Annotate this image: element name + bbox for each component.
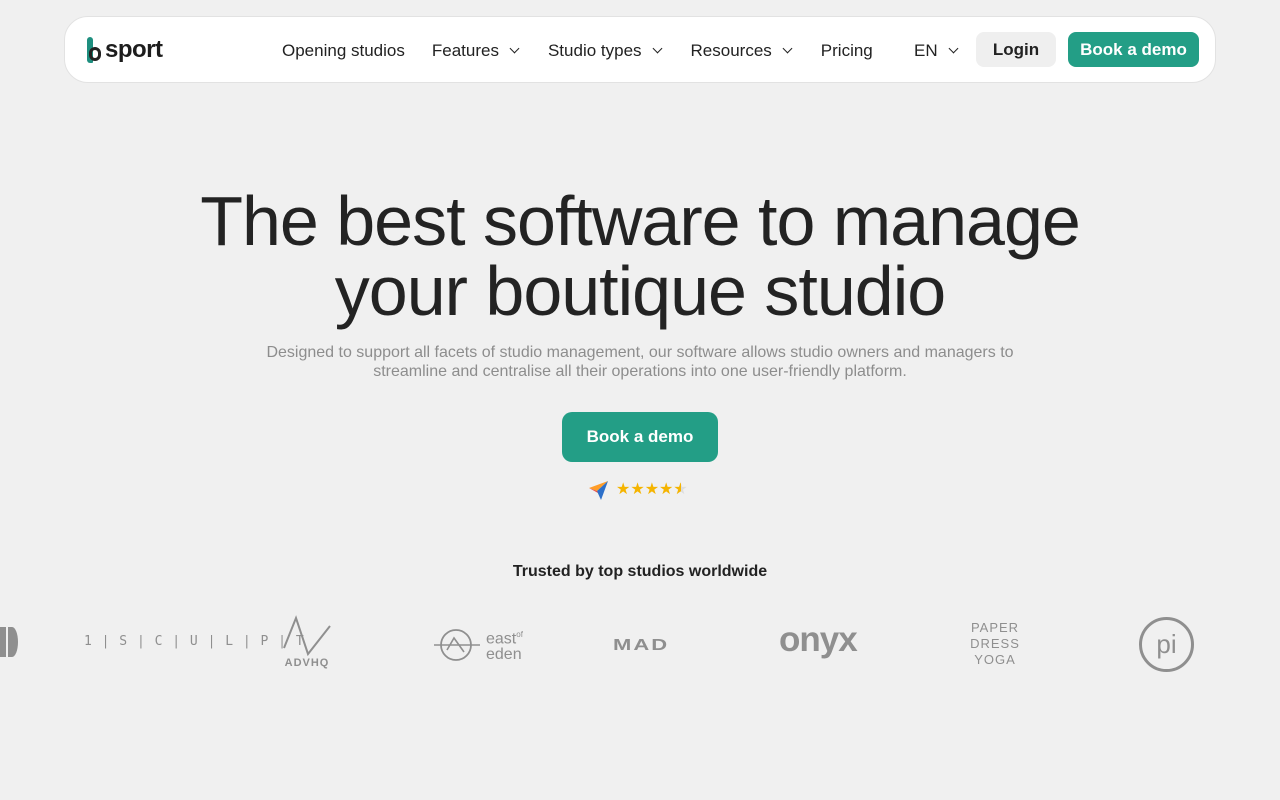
customer-logo-advhq: ADVHQ	[282, 614, 332, 669]
east-of-eden-circle-icon	[434, 629, 480, 661]
eden-label: eden	[486, 646, 522, 664]
login-button[interactable]: Login	[976, 32, 1056, 67]
nav-item-label: Studio types	[547, 40, 642, 60]
hero-subtitle: Designed to support all facets of studio…	[240, 343, 1040, 381]
customer-logo-paper-dress-yoga: PAPER DRESS YOGA	[965, 620, 1025, 668]
nav-links: Opening studios Features Studio types Re…	[282, 17, 873, 84]
capterra-arrow-icon	[589, 481, 608, 500]
language-selector[interactable]: EN	[914, 17, 959, 84]
advhq-label: ADVHQ	[284, 657, 330, 669]
star-rating-icon: ★★★★★ ★	[616, 481, 688, 498]
book-demo-hero-button[interactable]: Book a demo	[562, 412, 718, 462]
nav-item-label: Resources	[690, 40, 772, 60]
brand-logo[interactable]: sport	[87, 37, 163, 63]
book-demo-nav-button[interactable]: Book a demo	[1068, 32, 1199, 67]
customer-logos: 1 | S | C | U | L | P | T ADVHQ eastof e…	[0, 610, 1280, 680]
paper-label: PAPER	[970, 620, 1020, 635]
east-label: east	[486, 630, 517, 648]
hero-subtitle-line1: Designed to support all facets of studio…	[266, 344, 1014, 361]
dress-label: DRESS	[970, 636, 1020, 651]
page: sport Opening studios Features Studio ty…	[0, 0, 1280, 800]
customer-logo-partial	[0, 627, 18, 657]
review-rating[interactable]: ★★★★★ ★	[588, 479, 688, 501]
nav-item-resources[interactable]: Resources	[690, 40, 793, 61]
hero-title-line1: The best software to manage	[200, 182, 1081, 260]
customer-logo-pi: pi	[1139, 617, 1194, 672]
customer-logo-mad: MAD	[613, 635, 670, 654]
customer-logo-east-of-eden: eastof eden	[434, 627, 523, 663]
chevron-down-icon	[782, 43, 793, 54]
language-label: EN	[914, 40, 938, 60]
top-nav: sport Opening studios Features Studio ty…	[64, 16, 1216, 83]
chevron-down-icon	[509, 43, 520, 54]
nav-item-pricing[interactable]: Pricing	[821, 41, 873, 61]
nav-item-features[interactable]: Features	[431, 40, 520, 61]
yoga-label: YOGA	[974, 652, 1016, 667]
customer-logo-1sculpt: 1 | S | C | U | L | P | T	[84, 634, 305, 649]
chevron-down-icon	[948, 43, 959, 54]
hero-title-line2: your boutique studio	[334, 252, 946, 330]
nav-item-label: Features	[431, 40, 499, 60]
pi-label: pi	[1156, 629, 1177, 659]
nav-item-studio-types[interactable]: Studio types	[547, 40, 662, 61]
nav-item-label: Pricing	[820, 40, 873, 60]
brand-name: sport	[105, 36, 163, 63]
nav-item-opening-studios[interactable]: Opening studios	[282, 41, 405, 61]
hero-title: The best software to manage your boutiqu…	[140, 186, 1140, 326]
customer-logo-onyx: onyx	[779, 620, 858, 659]
brand-mark-icon	[87, 37, 101, 63]
of-label: of	[516, 629, 523, 639]
hero-subtitle-line2: streamline and centralise all their oper…	[373, 363, 907, 380]
chevron-down-icon	[652, 43, 662, 54]
advhq-wave-icon	[283, 615, 331, 657]
trusted-heading: Trusted by top studios worldwide	[512, 563, 768, 580]
nav-item-label: Opening studios	[282, 40, 405, 60]
